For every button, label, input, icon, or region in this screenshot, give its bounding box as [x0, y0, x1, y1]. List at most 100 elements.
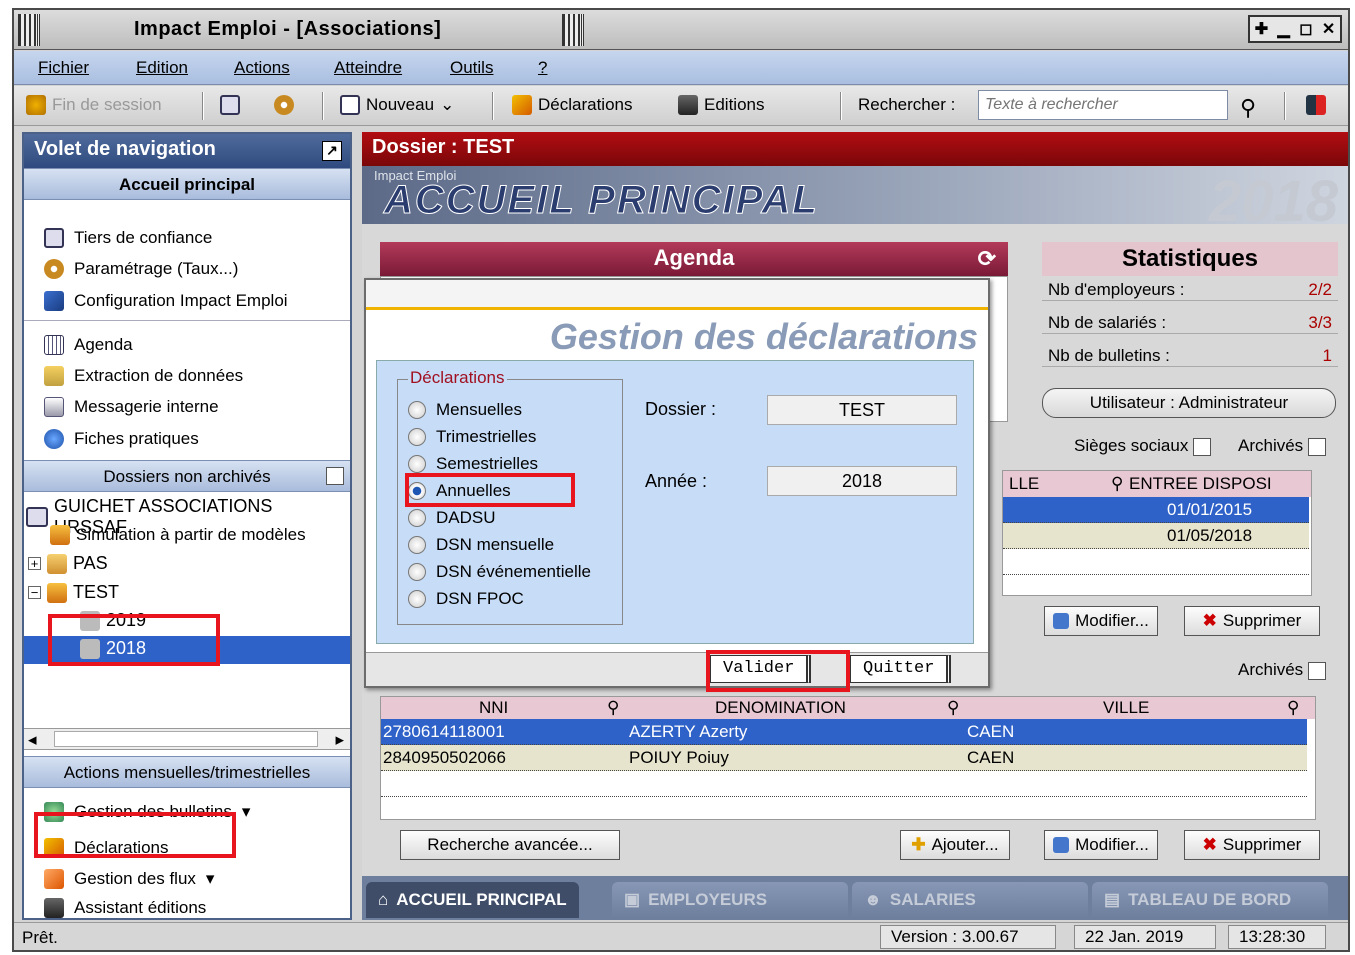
quitter-button[interactable]: Quitter: [846, 655, 952, 683]
tab-accueil[interactable]: ⌂ ACCUEIL PRINCIPAL: [366, 882, 579, 918]
settings-button[interactable]: [274, 95, 294, 115]
rss-icon: [44, 869, 64, 889]
dossiers-archived-checkbox[interactable]: [326, 467, 344, 485]
nav-item-agenda[interactable]: Agenda: [44, 335, 133, 355]
scroll-thumb[interactable]: [54, 731, 318, 747]
nav-item-tiers[interactable]: Tiers de confiance: [44, 228, 212, 248]
menu-help[interactable]: ?: [538, 58, 547, 78]
nav-item-fiches[interactable]: Fiches pratiques: [44, 429, 199, 449]
radio-trimestrielles[interactable]: Trimestrielles: [408, 427, 536, 447]
new-button[interactable]: Nouveau ⌄: [340, 95, 454, 115]
radio-semestrielles[interactable]: Semestrielles: [408, 454, 538, 474]
tree-pas[interactable]: + PAS: [28, 553, 108, 574]
exit-button[interactable]: [1306, 95, 1326, 115]
archives-checkbox[interactable]: [1307, 661, 1326, 680]
collapse-icon[interactable]: −: [28, 586, 41, 599]
ajouter-button[interactable]: ✚ Ajouter...: [900, 830, 1010, 860]
radio-icon: [408, 590, 426, 608]
editions-button[interactable]: Editions: [678, 95, 764, 115]
sieges-checkbox[interactable]: [1193, 437, 1212, 456]
tab-employeurs[interactable]: ▣ EMPLOYEURS: [612, 882, 848, 918]
sieges-filter[interactable]: Sièges sociaux: [1074, 436, 1212, 456]
close-icon[interactable]: ✕: [1322, 19, 1335, 39]
nav-item-configuration[interactable]: Configuration Impact Emploi: [44, 291, 288, 311]
tree-test[interactable]: − TEST: [28, 582, 119, 603]
add-icon: ✚: [911, 835, 926, 854]
config-icon: [44, 291, 64, 311]
search-icon[interactable]: ⚲: [947, 698, 959, 718]
table-row[interactable]: 2840950502066 POIUY Poiuy CAEN: [381, 745, 1307, 771]
dialog-title: Gestion des déclarations: [549, 316, 978, 357]
agenda-header: Agenda ⟳: [380, 242, 1008, 276]
tab-salaries[interactable]: ☻ SALARIES: [852, 882, 1088, 918]
card-button[interactable]: [220, 95, 240, 115]
annee-field[interactable]: 2018: [767, 466, 957, 496]
group-label: Déclarations: [408, 368, 507, 388]
search-input[interactable]: [978, 90, 1228, 120]
nav-action-assistant[interactable]: Assistant éditions: [44, 898, 206, 918]
window-title: Impact Emploi - [Associations]: [134, 18, 442, 40]
supprimer-employeur-button[interactable]: ✖ Supprimer: [1184, 606, 1320, 636]
search-icon[interactable]: ⚲: [607, 698, 619, 718]
status-bar: Prêt. Version : 3.00.67 22 Jan. 2019 13:…: [14, 922, 1348, 950]
radio-icon: [408, 428, 426, 446]
menu-actions[interactable]: Actions: [234, 58, 290, 78]
grip-icon: [18, 14, 40, 46]
search-icon[interactable]: ⚲: [1111, 474, 1123, 494]
table-row[interactable]: 01/05/2018: [1003, 523, 1309, 549]
grip-icon: [562, 14, 584, 46]
user-button[interactable]: Utilisateur : Administrateur: [1042, 388, 1336, 418]
advanced-search-button[interactable]: Recherche avancée...: [400, 830, 620, 860]
archives-checkbox[interactable]: [1307, 437, 1326, 456]
folder-icon: [50, 525, 70, 545]
dossier-title: Dossier : TEST: [362, 132, 1348, 166]
table-row[interactable]: [1003, 549, 1309, 575]
pin-panel-icon[interactable]: ↗: [322, 141, 342, 161]
table-row[interactable]: 2780614118001 AZERTY Azerty CAEN: [381, 719, 1307, 745]
supprimer-salarie-button[interactable]: ✖ Supprimer: [1184, 830, 1320, 860]
scroll-right-icon[interactable]: ▸: [335, 730, 344, 750]
horizontal-scrollbar[interactable]: ◂ ▸: [24, 728, 350, 750]
modifier-employeur-button[interactable]: Modifier...: [1044, 606, 1158, 636]
nav-item-messagerie[interactable]: Messagerie interne: [44, 397, 219, 417]
declarations-button[interactable]: Déclarations: [512, 95, 633, 115]
menu-edition[interactable]: Edition: [136, 58, 188, 78]
search-icon[interactable]: ⚲: [1287, 698, 1299, 718]
table-row[interactable]: 01/01/2015: [1003, 497, 1309, 523]
scroll-left-icon[interactable]: ◂: [28, 730, 37, 750]
radio-dsn-mensuelle[interactable]: DSN mensuelle: [408, 535, 554, 555]
tree-simulation[interactable]: Simulation à partir de modèles: [50, 525, 306, 545]
menu-outils[interactable]: Outils: [450, 58, 493, 78]
table-row[interactable]: [381, 771, 1307, 797]
modifier-salarie-button[interactable]: Modifier...: [1044, 830, 1158, 860]
radio-dadsu[interactable]: DADSU: [408, 508, 496, 528]
dialog-footer: Valider Quitter: [366, 652, 988, 686]
refresh-icon[interactable]: ⟳: [978, 246, 996, 272]
pin-icon[interactable]: ✚: [1255, 19, 1268, 39]
menu-bar: Fichier Edition Actions Atteindre Outils…: [14, 51, 1348, 85]
expand-icon[interactable]: +: [28, 557, 41, 570]
gear-icon: [274, 95, 294, 115]
maximize-icon[interactable]: ◻: [1299, 19, 1312, 39]
radio-dsn-evenementielle[interactable]: DSN événementielle: [408, 562, 591, 582]
section-home[interactable]: Accueil principal: [24, 168, 350, 200]
end-session-button[interactable]: Fin de session: [26, 95, 162, 115]
radio-dsn-fpoc[interactable]: DSN FPOC: [408, 589, 524, 609]
nav-item-extraction[interactable]: Extraction de données: [44, 366, 243, 386]
banner-year: 2018: [1208, 169, 1338, 234]
id-card-icon: [26, 507, 48, 527]
radio-mensuelles[interactable]: Mensuelles: [408, 400, 522, 420]
menu-atteindre[interactable]: Atteindre: [334, 58, 402, 78]
archives-filter-salaries[interactable]: Archivés: [1238, 660, 1326, 680]
search-button[interactable]: ⚲: [1240, 95, 1256, 121]
dossier-field: TEST: [767, 395, 957, 425]
menu-fichier[interactable]: Fichier: [38, 58, 89, 78]
nav-action-flux[interactable]: Gestion des flux ▾: [44, 869, 214, 889]
nav-item-parametrage[interactable]: Paramétrage (Taux...): [44, 259, 238, 279]
highlight-2018: [48, 614, 220, 666]
minimize-icon[interactable]: ▁: [1277, 19, 1289, 39]
archives-filter-employeurs[interactable]: Archivés: [1238, 436, 1326, 456]
section-dossiers[interactable]: Dossiers non archivés: [24, 460, 350, 492]
tab-tableau-de-bord[interactable]: ▤ TABLEAU DE BORD: [1092, 882, 1328, 918]
section-actions[interactable]: Actions mensuelles/trimestrielles: [24, 756, 350, 788]
